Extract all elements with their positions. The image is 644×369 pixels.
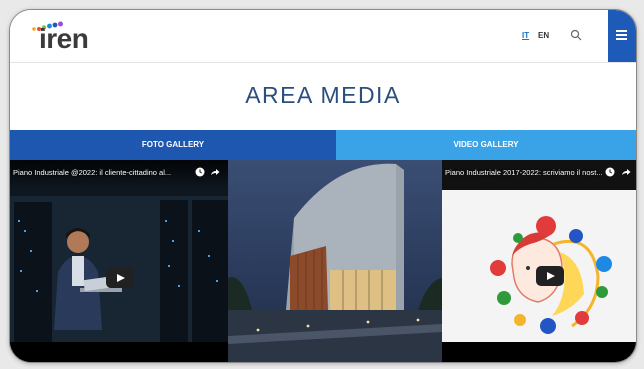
tab-foto-gallery[interactable]: FOTO GALLERY [10,130,336,160]
site-header: iren IT EN [10,10,636,62]
clock-icon[interactable] [605,167,615,177]
share-icon[interactable] [210,167,220,177]
video-card-2[interactable]: Piano Industriale 2017-2022: scriviamo i… [442,160,636,362]
language-en-link[interactable]: EN [538,31,549,40]
hamburger-menu-icon[interactable] [608,10,636,62]
browser-frame: iren IT EN AREA MEDIA FOTO GALLERY VIDEO… [9,9,637,363]
video-card-1[interactable]: Piano Industriale @2022: il cliente-citt… [10,160,228,362]
video-2-bottom-bar [442,342,636,362]
photo-card-building[interactable] [228,160,442,362]
page-title: AREA MEDIA [245,82,401,108]
tab-video-gallery[interactable]: VIDEO GALLERY [336,130,636,160]
video-2-thumbnail [442,160,636,362]
video-1-play-button[interactable] [106,268,134,288]
media-strip: Piano Industriale @2022: il cliente-citt… [10,160,636,362]
video-2-play-button[interactable] [536,266,564,286]
logo-text: iren [39,23,89,54]
video-1-thumbnail [10,160,228,362]
video-1-bottom-bar [10,342,228,362]
iren-logo[interactable]: iren [30,20,100,54]
gallery-tabs: FOTO GALLERY VIDEO GALLERY [10,130,636,160]
share-icon[interactable] [621,167,631,177]
clock-icon[interactable] [195,167,205,177]
search-icon[interactable] [570,29,582,41]
header-divider [10,62,636,63]
building-photo [228,160,442,362]
language-it-link[interactable]: IT [522,31,529,40]
video-2-title[interactable]: Piano Industriale 2017-2022: scriviamo i… [445,168,603,177]
video-1-title[interactable]: Piano Industriale @2022: il cliente-citt… [13,168,171,177]
